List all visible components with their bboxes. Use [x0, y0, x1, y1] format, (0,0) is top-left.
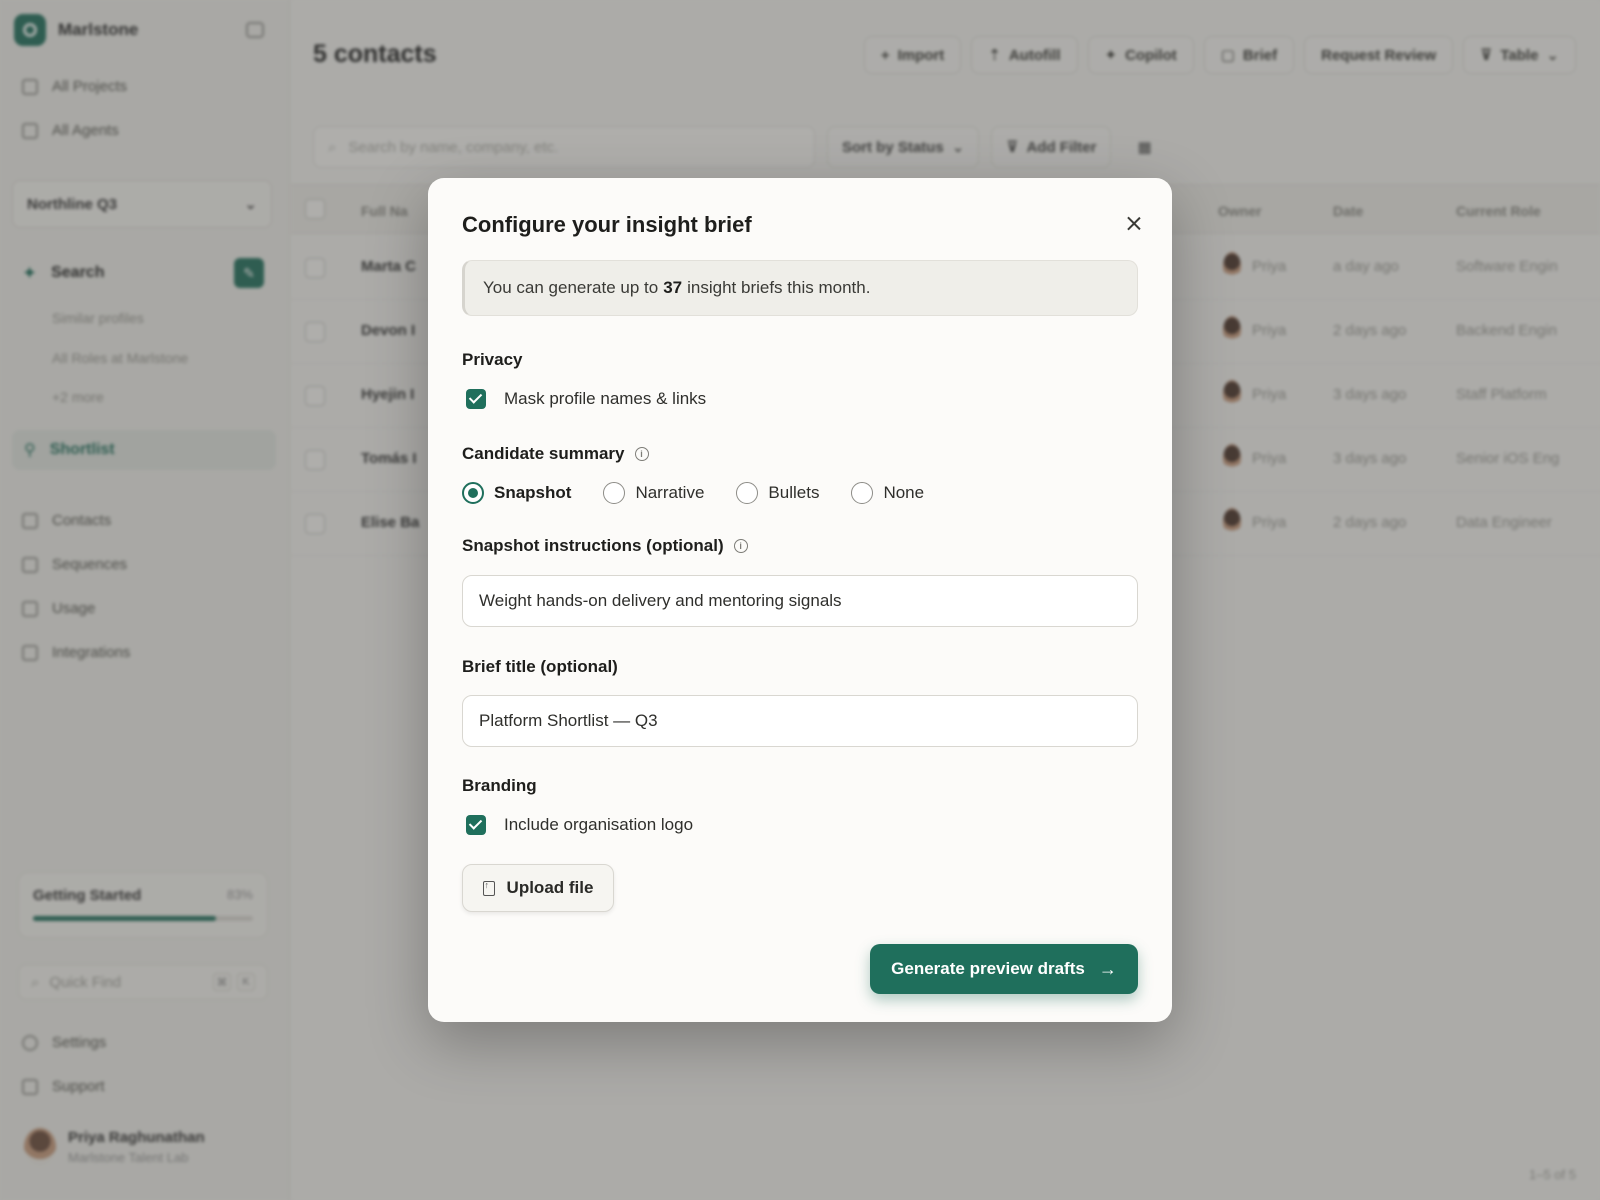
mask-profile-checkbox[interactable]: Mask profile names & links — [466, 389, 706, 409]
snapshot-instructions-input[interactable] — [462, 575, 1138, 627]
section-label-text: Candidate summary — [462, 444, 625, 463]
radio-snapshot[interactable]: Snapshot — [462, 482, 571, 504]
info-icon[interactable]: i — [634, 447, 649, 461]
quota-count: 37 — [663, 278, 683, 297]
radio-icon — [851, 482, 874, 504]
arrow-right-icon: → — [1098, 958, 1117, 979]
radio-label: Narrative — [635, 483, 705, 502]
button-label: Generate preview drafts — [891, 959, 1085, 978]
quota-suffix: insight briefs this month. — [687, 278, 871, 297]
privacy-label: Privacy — [462, 350, 523, 369]
include-logo-label: Include organisation logo — [504, 815, 694, 834]
info-icon[interactable]: i — [733, 539, 748, 553]
radio-none[interactable]: None — [851, 482, 924, 504]
brief-title-label: Brief title (optional) — [462, 657, 618, 676]
generate-preview-drafts-button[interactable]: Generate preview drafts → — [870, 944, 1138, 994]
candidate-summary-label: Candidate summary i — [462, 444, 649, 464]
insight-brief-modal: Configure your insight brief You can gen… — [428, 178, 1172, 1022]
radio-label: Bullets — [768, 483, 820, 502]
close-icon[interactable] — [1122, 212, 1146, 236]
radio-label: Snapshot — [494, 483, 572, 502]
radio-bullets[interactable]: Bullets — [736, 482, 819, 504]
radio-icon — [736, 482, 759, 504]
upload-file-button[interactable]: Upload file — [462, 864, 614, 912]
snapshot-instructions-label: Snapshot instructions (optional) i — [462, 536, 748, 556]
branding-label: Branding — [462, 776, 537, 795]
radio-label: None — [883, 483, 925, 502]
mask-profile-label: Mask profile names & links — [504, 389, 707, 408]
summary-radio-group: Snapshot Narrative Bullets None — [462, 482, 956, 504]
brief-title-input[interactable] — [462, 695, 1138, 747]
button-label: Upload file — [506, 878, 594, 897]
quota-notice: You can generate up to 37 insight briefs… — [462, 260, 1138, 316]
radio-narrative[interactable]: Narrative — [603, 482, 704, 504]
checkbox-checked-icon — [466, 389, 486, 409]
radio-icon — [603, 482, 626, 504]
radio-selected-icon — [462, 482, 484, 504]
section-label-text: Snapshot instructions (optional) — [462, 536, 724, 555]
file-upload-icon — [482, 880, 495, 896]
quota-prefix: You can generate up to — [483, 278, 659, 297]
checkbox-checked-icon — [466, 815, 486, 835]
modal-title: Configure your insight brief — [462, 212, 752, 237]
include-logo-checkbox[interactable]: Include organisation logo — [466, 815, 693, 835]
